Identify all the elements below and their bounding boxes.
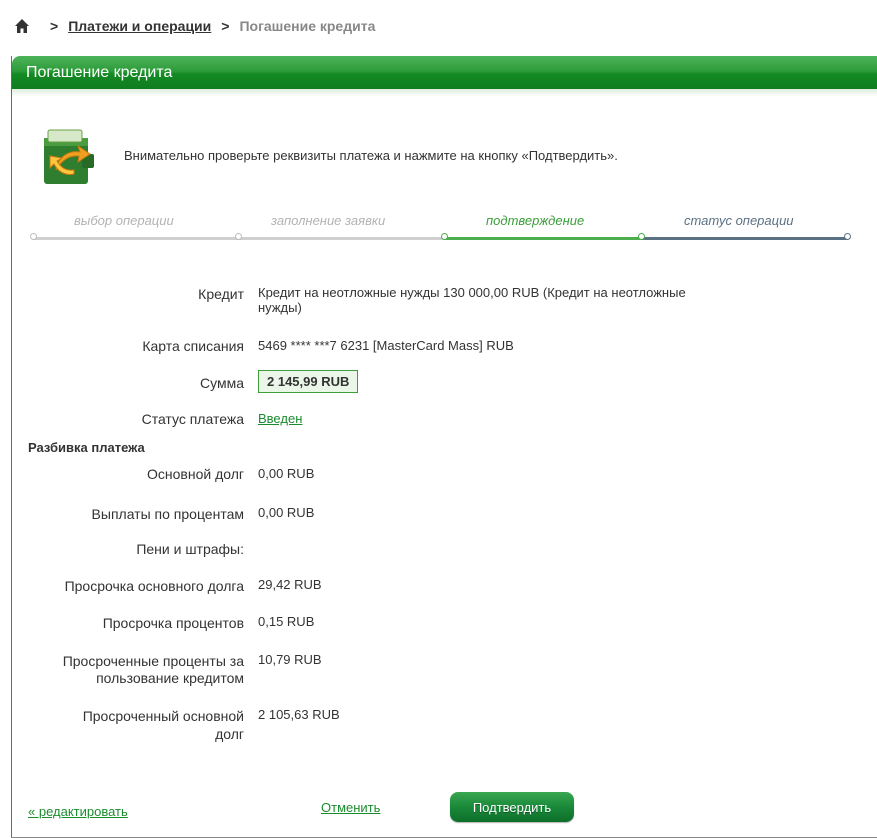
credit-label: Кредит: [198, 286, 244, 302]
edit-link[interactable]: « редактировать: [28, 804, 128, 819]
card-label: Карта списания: [142, 338, 244, 354]
step-dot-end: [844, 233, 851, 240]
step-label-fill: заполнение заявки: [271, 213, 386, 228]
breadcrumb: > Платежи и операции > Погашение кредита: [0, 0, 877, 52]
breakdown-value: 0,00 RUB: [258, 466, 315, 481]
amount-label: Сумма: [200, 375, 244, 391]
breakdown-label: пользование кредитом: [96, 670, 244, 686]
step-dot: [235, 233, 242, 240]
status-link[interactable]: Введен: [258, 411, 302, 426]
breadcrumb-separator: >: [50, 18, 59, 34]
breakdown-value: 2 105,63 RUB: [258, 707, 340, 722]
breakdown-label: Просроченные проценты за: [62, 653, 244, 669]
step-label-confirm: подтверждение: [486, 213, 585, 228]
breakdown-value: 10,79 RUB: [258, 652, 322, 667]
step-dot-active: [638, 233, 645, 240]
loan-repayment-panel: Погашение кредита Внимательно проверьте …: [11, 56, 877, 838]
credit-value-line1: Кредит на неотложные нужды 130 000,00 RU…: [258, 285, 686, 300]
intro-instruction: Внимательно проверьте реквизиты платежа …: [124, 148, 618, 163]
home-icon[interactable]: [14, 18, 30, 34]
step-line-pending: [642, 237, 848, 240]
step-label-select: выбор операции: [74, 213, 174, 228]
wallet-arrows-icon: [44, 129, 94, 184]
breadcrumb-current: Погашение кредита: [239, 18, 376, 34]
breakdown-value: 0,00 RUB: [258, 505, 315, 520]
progress-steps: выбор операции заполнение заявки подтвер…: [30, 213, 856, 243]
cancel-link[interactable]: Отменить: [321, 800, 380, 815]
panel-title: Погашение кредита: [12, 56, 877, 89]
step-dot-active: [441, 233, 448, 240]
breakdown-value: 0,15 RUB: [258, 614, 315, 629]
card-value: 5469 **** ***7 6231 [MasterCard Mass] RU…: [258, 338, 514, 353]
amount-value: 2 145,99 RUB: [258, 370, 359, 393]
panel-divider: [12, 89, 877, 97]
breadcrumb-separator: >: [221, 18, 230, 34]
breakdown-title: Разбивка платежа: [28, 440, 145, 455]
step-line-done: [34, 237, 238, 240]
breakdown-label: Выплаты по процентам: [91, 506, 244, 522]
breakdown-label: долг: [215, 726, 244, 742]
breakdown-label: Просрочка процентов: [102, 615, 244, 631]
step-line-done: [238, 237, 444, 240]
breadcrumb-link-payments[interactable]: Платежи и операции: [68, 18, 211, 34]
status-label: Статус платежа: [141, 411, 244, 427]
breakdown-value: 29,42 RUB: [258, 577, 322, 592]
confirm-button[interactable]: Подтвердить: [450, 792, 574, 822]
breakdown-label: Просрочка основного долга: [64, 578, 244, 594]
breakdown-label: Просроченный основной: [82, 708, 244, 724]
step-dot: [30, 233, 37, 240]
credit-value-line2: нужды): [258, 300, 302, 315]
step-line-active: [444, 237, 642, 240]
breakdown-label: Пени и штрафы:: [136, 541, 244, 557]
breakdown-label: Основной долг: [147, 466, 244, 482]
step-label-status: статус операции: [684, 213, 794, 228]
